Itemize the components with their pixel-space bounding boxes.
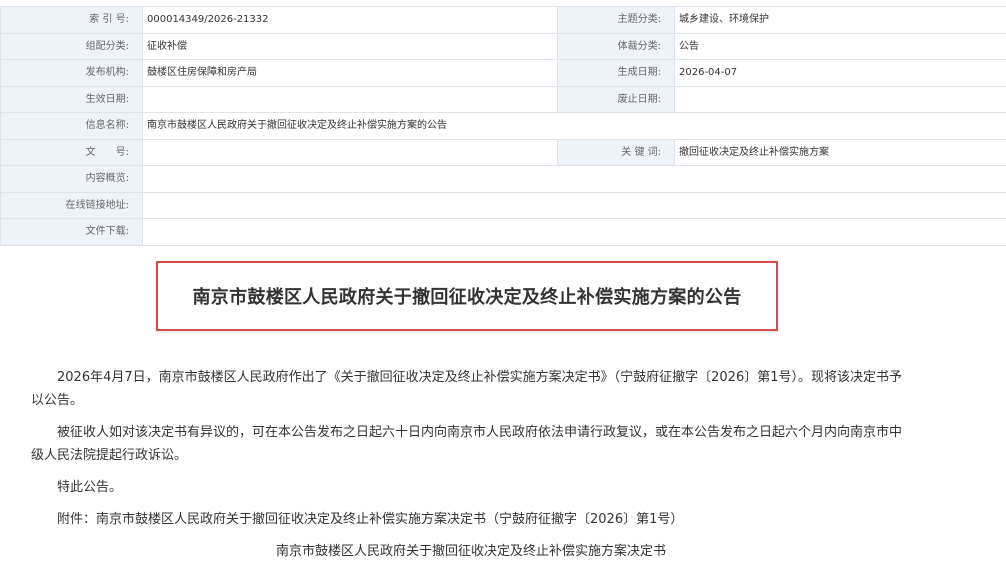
effective-date-label: 生效日期:	[1, 86, 143, 113]
summary-label: 内容概览:	[1, 166, 143, 193]
info-name-label: 信息名称:	[1, 113, 143, 140]
body-paragraph-3: 特此公告。	[31, 476, 911, 499]
meta-row-publisher: 发布机构: 鼓楼区住房保障和房产局 生成日期: 2026-04-07	[1, 60, 1006, 87]
document-title: 南京市鼓楼区人民政府关于撤回征收决定及终止补偿实施方案的公告	[193, 283, 742, 309]
publisher-label: 发布机构:	[1, 60, 143, 87]
meta-row-dates: 生效日期: 废止日期:	[1, 86, 1006, 113]
body-paragraph-2: 被征收人如对该决定书有异议的，可在本公告发布之日起六十日内向南京市人民政府依法申…	[31, 421, 911, 467]
meta-row-index: 索 引 号: 000014349/2026-21332 主题分类: 城乡建设、环…	[1, 7, 1006, 34]
online-link-label: 在线链接地址:	[1, 192, 143, 219]
index-no-value: 000014349/2026-21332	[143, 7, 558, 34]
online-link-value[interactable]	[143, 192, 1006, 219]
genre-label: 体裁分类:	[558, 33, 675, 60]
meta-row-download: 文件下载:	[1, 219, 1006, 246]
publisher-value: 鼓楼区住房保障和房产局	[143, 60, 558, 87]
meta-row-summary: 内容概览:	[1, 166, 1006, 193]
expire-date-value	[675, 86, 1006, 113]
created-date-value: 2026-04-07	[675, 60, 1006, 87]
doc-no-label: 文 号:	[1, 139, 143, 166]
download-value[interactable]	[143, 219, 1006, 246]
body-paragraph-1: 2026年4月7日，南京市鼓楼区人民政府作出了《关于撤回征收决定及终止补偿实施方…	[31, 366, 911, 412]
download-label: 文件下载:	[1, 219, 143, 246]
meta-row-online-link: 在线链接地址:	[1, 192, 1006, 219]
genre-value: 公告	[675, 33, 1006, 60]
meta-row-info-name: 信息名称: 南京市鼓楼区人民政府关于撤回征收决定及终止补偿实施方案的公告	[1, 113, 1006, 140]
keywords-value: 撤回征收决定及终止补偿实施方案	[675, 139, 1006, 166]
topic-value: 城乡建设、环境保护	[675, 7, 1006, 34]
info-name-value: 南京市鼓楼区人民政府关于撤回征收决定及终止补偿实施方案的公告	[143, 113, 1006, 140]
expire-date-label: 废止日期:	[558, 86, 675, 113]
document-metadata-table: 索 引 号: 000014349/2026-21332 主题分类: 城乡建设、环…	[0, 6, 1006, 246]
attachment-line[interactable]: 附件：南京市鼓楼区人民政府关于撤回征收决定及终止补偿实施方案决定书（宁鼓府征撤字…	[31, 508, 911, 531]
topic-label: 主题分类:	[558, 7, 675, 34]
effective-date-value	[143, 86, 558, 113]
org-class-label: 组配分类:	[1, 33, 143, 60]
document-title-box: 南京市鼓楼区人民政府关于撤回征收决定及终止补偿实施方案的公告	[156, 261, 778, 331]
attachment-heading: 南京市鼓楼区人民政府关于撤回征收决定及终止补偿实施方案决定书	[31, 540, 911, 563]
created-date-label: 生成日期:	[558, 60, 675, 87]
index-no-label: 索 引 号:	[1, 7, 143, 34]
org-class-value: 征收补偿	[143, 33, 558, 60]
keywords-label: 关 键 词:	[558, 139, 675, 166]
summary-value	[143, 166, 1006, 193]
meta-row-class: 组配分类: 征收补偿 体裁分类: 公告	[1, 33, 1006, 60]
document-body: 2026年4月7日，南京市鼓楼区人民政府作出了《关于撤回征收决定及终止补偿实施方…	[31, 366, 911, 572]
doc-no-value	[143, 139, 558, 166]
meta-row-docno: 文 号: 关 键 词: 撤回征收决定及终止补偿实施方案	[1, 139, 1006, 166]
